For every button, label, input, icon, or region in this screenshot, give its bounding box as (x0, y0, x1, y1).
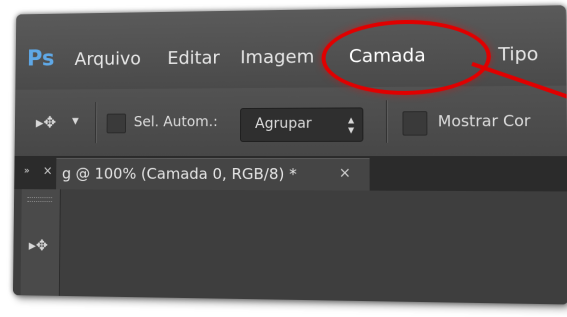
separator (385, 100, 388, 143)
show-transform-checkbox[interactable] (402, 111, 428, 136)
menu-item-editar[interactable]: Editar (167, 48, 219, 69)
auto-select-checkbox[interactable] (106, 113, 127, 134)
auto-select-label: Sel. Autom.: (133, 114, 218, 131)
options-bar: ▸✥ ▼ Sel. Autom.: Agrupar ▴ ▾ Mostrar Cor (14, 85, 567, 158)
tool-preset-dropdown-icon[interactable]: ▼ (72, 117, 79, 127)
menu-item-camada[interactable]: Camada (349, 45, 426, 67)
panel-collapse-icon[interactable]: » (24, 166, 30, 177)
photoshop-logo: Ps (26, 46, 55, 72)
auto-select-dropdown[interactable]: Agrupar ▴ ▾ (239, 107, 364, 142)
photoshop-window: Ps Arquivo Editar Imagem Camada Tipo ▸✥ … (12, 5, 567, 305)
workspace-area: ▸✥ (12, 189, 567, 305)
separator (94, 101, 97, 144)
panel-close-icon[interactable]: × (43, 164, 53, 178)
menu-item-tipo[interactable]: Tipo (498, 44, 538, 66)
menu-item-imagem[interactable]: Imagem (240, 46, 314, 68)
toolbar-grip[interactable] (27, 197, 53, 203)
move-tool-icon[interactable]: ▸✥ (36, 113, 57, 132)
menu-bar: Ps Arquivo Editar Imagem Camada Tipo (15, 5, 567, 91)
tools-panel: ▸✥ (20, 189, 61, 296)
close-icon[interactable]: × (339, 165, 351, 181)
document-tab[interactable]: g @ 100% (Camada 0, RGB/8) * × (56, 157, 370, 192)
auto-select-value: Agrupar (254, 115, 312, 132)
move-tool-icon[interactable]: ▸✥ (29, 236, 48, 254)
document-tab-bar: » × g @ 100% (Camada 0, RGB/8) * × (14, 155, 567, 192)
menu-item-arquivo[interactable]: Arquivo (74, 49, 141, 70)
chevron-updown-icon: ▴ ▾ (347, 112, 355, 137)
document-tab-title: g @ 100% (Camada 0, RGB/8) * (61, 164, 297, 184)
show-transform-label: Mostrar Cor (437, 111, 531, 131)
